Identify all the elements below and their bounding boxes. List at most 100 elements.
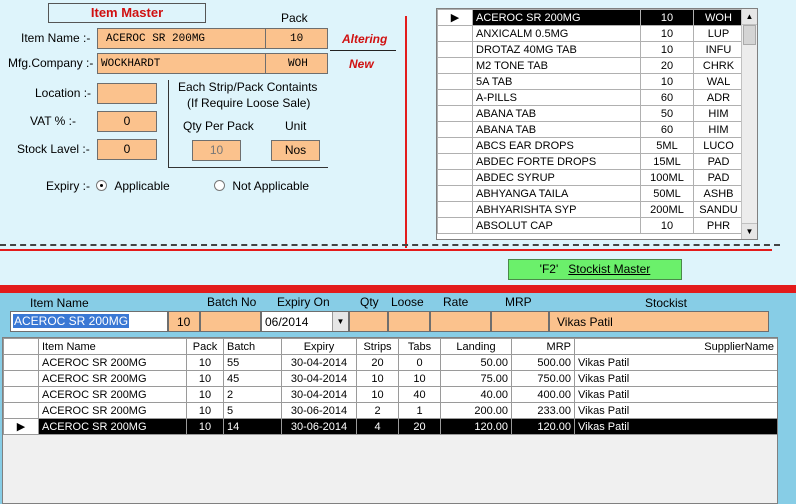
row-indicator-icon[interactable] xyxy=(437,57,473,74)
row-indicator-icon[interactable] xyxy=(437,25,473,42)
grid-column-header[interactable]: Tabs xyxy=(398,338,441,355)
entry-batch-input[interactable] xyxy=(200,311,261,332)
grid-column-header[interactable]: Expiry xyxy=(281,338,357,355)
batch-grid[interactable]: Item Name Pack Batch Expiry Strips Tabs Landin… xyxy=(2,337,778,504)
section-divider-bar xyxy=(0,285,796,293)
item-list-row[interactable]: ABHYANGA TAILA 50ML ASHB xyxy=(437,185,744,202)
vat-input[interactable]: 0 xyxy=(97,111,157,132)
expiry-applicable-option[interactable]: Applicable xyxy=(96,179,170,193)
table-row[interactable]: ACEROC SR 200MG 10 5 30-06-2014 2 1 200.00 233.… xyxy=(3,402,777,419)
grid-cell-item: ACEROC SR 200MG xyxy=(38,370,187,387)
item-list-row[interactable]: ABANA TAB 60 HIM xyxy=(437,121,744,138)
entry-stockist-input[interactable]: Vikas Patil xyxy=(549,311,769,332)
row-indicator-icon[interactable]: ▶ xyxy=(3,418,39,435)
entry-rate-input[interactable] xyxy=(430,311,491,332)
unit-label: Unit xyxy=(285,119,307,133)
mfg-code-input[interactable]: WOH xyxy=(265,53,328,74)
stock-level-label: Stock Lavel :- xyxy=(17,142,90,156)
row-indicator-icon[interactable] xyxy=(437,41,473,58)
radio-selected-icon[interactable] xyxy=(96,180,107,191)
entry-item-name-input[interactable]: ACEROC SR 200MG xyxy=(10,311,168,332)
row-indicator-icon[interactable] xyxy=(437,73,473,90)
stockist-shortcut-key: 'F2' xyxy=(539,262,559,276)
entry-pack-input[interactable]: 10 xyxy=(168,311,200,332)
stockist-button-label: Stockist Master xyxy=(568,262,651,276)
scroll-down-icon[interactable]: ▼ xyxy=(742,223,757,239)
item-list-row[interactable]: 5A TAB 10 WAL xyxy=(437,73,744,90)
item-list-code: ASHB xyxy=(693,185,744,202)
grid-column-header[interactable]: Landing xyxy=(440,338,512,355)
scroll-up-icon[interactable]: ▲ xyxy=(742,9,757,25)
item-name-input[interactable]: ACEROC SR 200MG xyxy=(97,28,266,49)
vat-label: VAT % :- xyxy=(30,114,77,128)
item-list-name: ABHYANGA TAILA xyxy=(472,185,641,202)
item-list-row[interactable]: ABSOLUT CAP 10 PHR xyxy=(437,217,744,234)
item-list-row[interactable]: ABDEC SYRUP 100ML PAD xyxy=(437,169,744,186)
item-list-pack: 15ML xyxy=(640,153,694,170)
table-row[interactable]: ACEROC SR 200MG 10 55 30-04-2014 20 0 50.00 500… xyxy=(3,354,777,371)
item-list-pack: 100ML xyxy=(640,169,694,186)
entry-mrp-input[interactable] xyxy=(491,311,549,332)
row-indicator-icon[interactable] xyxy=(437,201,473,218)
item-list-row[interactable]: ABHYARISHTA SYP 200ML SANDU xyxy=(437,201,744,218)
row-indicator-icon[interactable] xyxy=(437,217,473,234)
unit-input[interactable]: Nos xyxy=(271,140,320,161)
row-indicator-icon[interactable] xyxy=(3,354,39,371)
item-pack-input[interactable]: 10 xyxy=(265,28,328,49)
grid-column-header[interactable]: Item Name xyxy=(38,338,187,355)
grid-column-header[interactable]: SupplierName xyxy=(574,338,777,355)
grid-cell-pack: 10 xyxy=(186,418,224,435)
row-indicator-icon[interactable] xyxy=(437,121,473,138)
grid-cell-pack: 10 xyxy=(186,386,224,403)
entry-loose-input[interactable] xyxy=(388,311,430,332)
qty-per-pack-input[interactable]: 10 xyxy=(192,140,241,161)
grid-column-header[interactable]: Pack xyxy=(186,338,224,355)
grid-cell-item: ACEROC SR 200MG xyxy=(38,418,187,435)
grid-cell-expiry: 30-04-2014 xyxy=(281,354,357,371)
grid-cell-expiry: 30-04-2014 xyxy=(281,386,357,403)
row-indicator-icon[interactable] xyxy=(437,153,473,170)
table-row[interactable]: ▶ ACEROC SR 200MG 10 14 30-06-2014 4 20 120.00 1… xyxy=(3,418,777,435)
grid-column-header[interactable]: Batch xyxy=(223,338,282,355)
row-indicator-icon[interactable] xyxy=(437,89,473,106)
grid-column-header[interactable]: MRP xyxy=(511,338,575,355)
item-list-pack: 60 xyxy=(640,89,694,106)
item-list-row[interactable]: M2 TONE TAB 20 CHRK xyxy=(437,57,744,74)
row-indicator-icon[interactable] xyxy=(437,185,473,202)
entry-qty-input[interactable] xyxy=(349,311,388,332)
stockist-master-button[interactable]: 'F2' Stockist Master xyxy=(508,259,682,280)
item-list-row[interactable]: A-PILLS 60 ADR xyxy=(437,89,744,106)
row-indicator-icon[interactable] xyxy=(437,105,473,122)
row-indicator-icon[interactable]: ▶ xyxy=(437,9,473,26)
entry-expiry-select[interactable]: 06/2014 ▼ xyxy=(261,311,349,332)
item-list-code: WOH xyxy=(693,9,744,26)
location-input[interactable] xyxy=(97,83,157,104)
row-indicator-icon[interactable] xyxy=(3,402,39,419)
row-indicator-icon[interactable] xyxy=(437,169,473,186)
item-list-row[interactable]: ABDEC FORTE DROPS 15ML PAD xyxy=(437,153,744,170)
item-list-grid[interactable]: ▶ ACEROC SR 200MG 10 WOH ANXICALM 0.5MG 10 LUP… xyxy=(436,8,758,240)
chevron-down-icon[interactable]: ▼ xyxy=(332,312,348,331)
grid-column-header[interactable]: Strips xyxy=(356,338,399,355)
row-indicator-icon[interactable] xyxy=(3,386,39,403)
row-indicator-icon[interactable] xyxy=(3,370,39,387)
item-list-pack: 10 xyxy=(640,41,694,58)
item-list-scrollbar[interactable]: ▲ ▼ xyxy=(741,9,757,239)
row-indicator-icon[interactable] xyxy=(437,137,473,154)
expiry-not-applicable-option[interactable]: Not Applicable xyxy=(214,179,309,193)
strip-caption-1: Each Strip/Pack Containts xyxy=(178,80,318,94)
item-list-row[interactable]: ANXICALM 0.5MG 10 LUP xyxy=(437,25,744,42)
item-list-row[interactable]: ABANA TAB 50 HIM xyxy=(437,105,744,122)
table-row[interactable]: ACEROC SR 200MG 10 45 30-04-2014 10 10 75.00 75… xyxy=(3,370,777,387)
stock-level-input[interactable]: 0 xyxy=(97,139,157,160)
item-list-name: A-PILLS xyxy=(472,89,641,106)
item-list-row[interactable]: DROTAZ 40MG TAB 10 INFU xyxy=(437,41,744,58)
item-list-row[interactable]: ABCS EAR DROPS 5ML LUCO xyxy=(437,137,744,154)
grid-cell-pack: 10 xyxy=(186,402,224,419)
radio-unselected-icon[interactable] xyxy=(214,180,225,191)
scroll-thumb[interactable] xyxy=(743,25,756,45)
mfg-company-input[interactable]: WOCKHARDT xyxy=(97,53,266,74)
table-row[interactable]: ACEROC SR 200MG 10 2 30-04-2014 10 40 40.00 400… xyxy=(3,386,777,403)
expiry-label: Expiry :- xyxy=(46,179,91,193)
item-list-row[interactable]: ▶ ACEROC SR 200MG 10 WOH xyxy=(437,9,744,26)
